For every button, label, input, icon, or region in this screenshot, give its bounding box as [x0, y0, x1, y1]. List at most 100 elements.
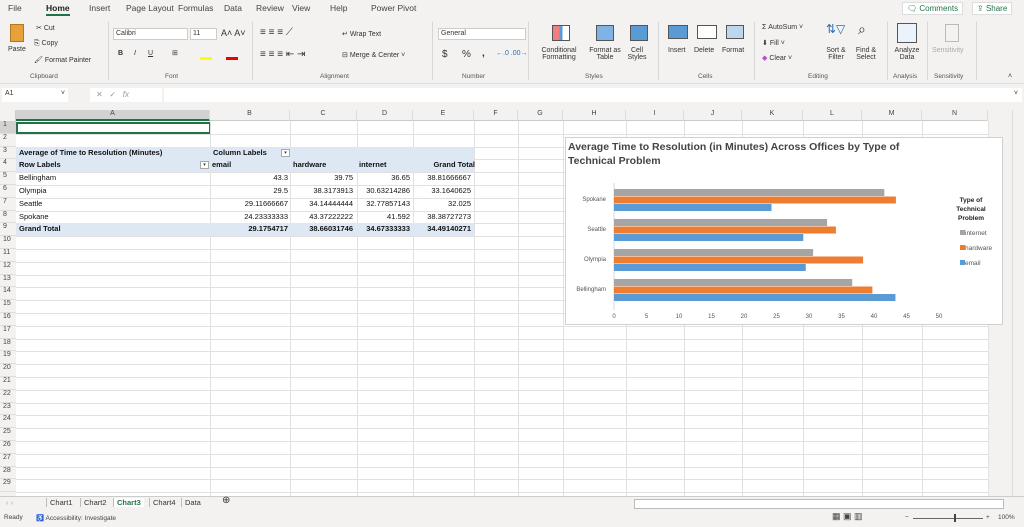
tab-formulas[interactable]: Formulas [178, 3, 213, 13]
row-header-19[interactable]: 19 [0, 351, 16, 365]
font-size-select[interactable]: 11 [190, 28, 217, 40]
tab-home[interactable]: Home [46, 3, 70, 16]
row-header-29[interactable]: 29 [0, 479, 16, 493]
sheet-nav-buttons[interactable]: ‹ › [6, 498, 13, 507]
row-header-7[interactable]: 7 [0, 197, 16, 211]
row-header-23[interactable]: 23 [0, 402, 16, 416]
conditional-formatting-button[interactable]: Conditional Formatting [536, 47, 582, 61]
sheet-tab-chart1[interactable]: Chart1 [46, 498, 76, 507]
bar-chart[interactable]: Average Time to Resolution (in Minutes) … [565, 137, 1003, 325]
column-header-F[interactable]: F [474, 110, 518, 121]
row-header-24[interactable]: 24 [0, 415, 16, 429]
accessibility-status[interactable]: ♿ Accessibility: Investigate [36, 514, 116, 522]
insert-button[interactable]: Insert [668, 47, 686, 54]
merge-center-button[interactable]: ⊟ Merge & Center ˅ [342, 51, 405, 59]
row-header-5[interactable]: 5 [0, 172, 16, 185]
name-box[interactable]: A1 ˅ [2, 88, 68, 102]
horizontal-align-buttons[interactable]: ≡ ≡ ≡ ⇤ ⇥ [260, 49, 305, 60]
row-header-3[interactable]: 3 [0, 146, 16, 160]
row-header-2[interactable]: 2 [0, 133, 16, 147]
column-header-E[interactable]: E [413, 110, 474, 121]
zoom-slider-thumb[interactable] [954, 514, 956, 522]
column-header-C[interactable]: C [290, 110, 357, 121]
format-as-table-button[interactable]: Format as Table [586, 47, 624, 61]
format-painter-button[interactable]: 🖌 Format Painter [34, 56, 91, 64]
grow-font-button[interactable]: A˄ A˅ [221, 28, 246, 38]
format-button[interactable]: Format [722, 47, 744, 54]
find-select-button[interactable]: Find & Select [850, 47, 882, 61]
tab-file[interactable]: File [8, 3, 22, 13]
add-sheet-button[interactable]: ⊕ [222, 495, 230, 506]
row-header-9[interactable]: 9 [0, 223, 16, 237]
paste-button[interactable]: Paste [8, 46, 26, 53]
column-header-L[interactable]: L [803, 110, 862, 121]
column-header-G[interactable]: G [518, 110, 563, 121]
zoom-in-button[interactable]: + [986, 514, 990, 521]
row-header-26[interactable]: 26 [0, 441, 16, 454]
row-header-1[interactable]: 1 [0, 121, 16, 134]
bold-button[interactable]: B [118, 50, 123, 57]
decimal-buttons[interactable]: ←.0 .00→ [496, 50, 528, 57]
cell-styles-button[interactable]: Cell Styles [624, 47, 650, 61]
autosum-button[interactable]: Σ AutoSum ˅ [762, 24, 803, 31]
percent-button[interactable]: % [462, 49, 471, 60]
row-header-21[interactable]: 21 [0, 377, 16, 390]
analyze-data-button[interactable]: Analyze Data [892, 47, 922, 61]
comma-button[interactable]: , [482, 48, 485, 59]
cut-button[interactable]: ✂ Cut [36, 24, 55, 32]
zoom-out-button[interactable]: − [905, 514, 909, 521]
underline-button[interactable]: U [148, 50, 153, 57]
select-all-button[interactable] [0, 110, 16, 121]
column-header-K[interactable]: K [742, 110, 803, 121]
collapse-ribbon-button[interactable]: ˄ [1008, 73, 1012, 80]
row-header-10[interactable]: 10 [0, 236, 16, 249]
horizontal-scrollbar[interactable] [634, 499, 1004, 509]
sheet-tab-chart3[interactable]: Chart3 [113, 498, 144, 507]
tab-review[interactable]: Review [256, 3, 284, 13]
copy-button[interactable]: ⎘ Copy [34, 40, 58, 48]
font-name-select[interactable]: Calibri [113, 28, 188, 40]
active-cell-a1[interactable] [16, 122, 211, 134]
column-header-A[interactable]: A [16, 110, 210, 121]
wrap-text-button[interactable]: ↵ Wrap Text [342, 30, 381, 38]
row-header-11[interactable]: 11 [0, 249, 16, 262]
clear-button[interactable]: ◆ Clear ˅ [762, 54, 792, 62]
row-header-20[interactable]: 20 [0, 364, 16, 377]
sheet-tab-chart4[interactable]: Chart4 [149, 498, 179, 507]
row-header-25[interactable]: 25 [0, 428, 16, 441]
column-header-D[interactable]: D [357, 110, 413, 121]
tab-page-layout[interactable]: Page Layout [126, 3, 174, 13]
row-header-12[interactable]: 12 [0, 261, 16, 275]
vertical-scrollbar[interactable] [1012, 110, 1024, 496]
comments-button[interactable]: 🗨 Comments [902, 2, 964, 15]
row-header-13[interactable]: 13 [0, 274, 16, 288]
vertical-align-buttons[interactable]: ≡ ≡ ≡ ⟋ [260, 27, 293, 38]
delete-button[interactable]: Delete [694, 47, 714, 54]
currency-button[interactable]: $ [442, 49, 448, 60]
number-format-select[interactable]: General [438, 28, 526, 40]
row-header-27[interactable]: 27 [0, 453, 16, 467]
row-header-28[interactable]: 28 [0, 466, 16, 480]
fill-color-button[interactable] [200, 57, 212, 60]
tab-insert[interactable]: Insert [89, 3, 110, 13]
column-header-I[interactable]: I [626, 110, 684, 121]
row-header-18[interactable]: 18 [0, 338, 16, 352]
share-button[interactable]: ⇪ Share [972, 2, 1013, 15]
italic-button[interactable]: I [134, 50, 136, 57]
sensitivity-button[interactable]: Sensitivity [932, 47, 964, 54]
borders-button[interactable]: ⊞ [172, 49, 178, 57]
zoom-slider[interactable] [913, 518, 983, 519]
column-header-M[interactable]: M [862, 110, 922, 121]
row-header-4[interactable]: 4 [0, 159, 16, 173]
row-header-17[interactable]: 17 [0, 325, 16, 339]
row-header-22[interactable]: 22 [0, 389, 16, 403]
sheet-tab-chart2[interactable]: Chart2 [80, 498, 110, 507]
row-header-8[interactable]: 8 [0, 210, 16, 224]
tab-power-pivot[interactable]: Power Pivot [371, 3, 416, 13]
font-color-button[interactable] [226, 57, 238, 60]
sheet-tab-data[interactable]: Data [181, 498, 204, 507]
tab-help[interactable]: Help [330, 3, 347, 13]
column-header-N[interactable]: N [922, 110, 988, 121]
fill-button[interactable]: ⬇ Fill ˅ [762, 39, 785, 47]
tab-view[interactable]: View [292, 3, 310, 13]
